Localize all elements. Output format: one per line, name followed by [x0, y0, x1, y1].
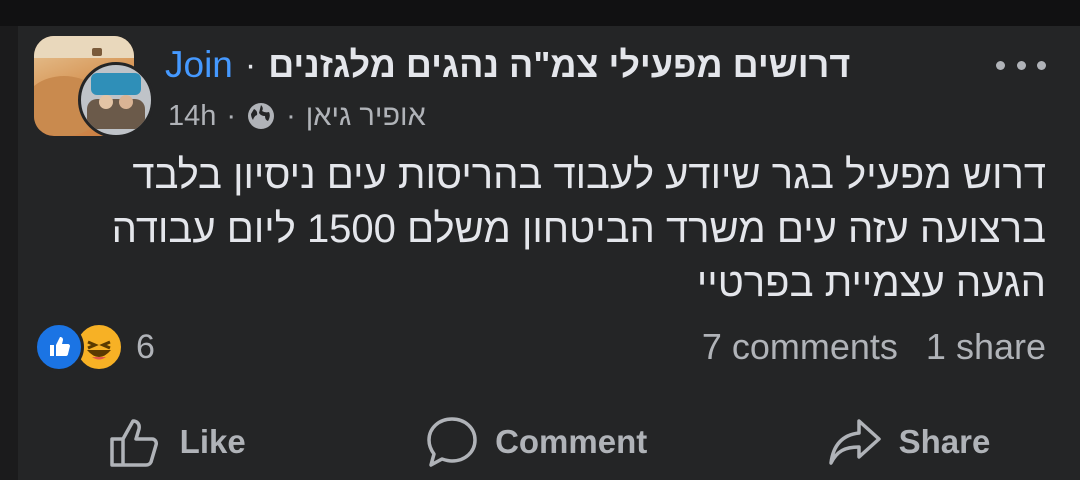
post-time[interactable]: 14h	[168, 100, 216, 133]
post-stats: 7 comments 1 share	[702, 322, 1046, 372]
post-body-line: ברצועה עזה עים משרד הביטחון משלם 1500 לי…	[111, 207, 1046, 251]
reaction-count: 6	[136, 327, 155, 366]
post-body-line: דרוש מפעיל בגר שיודע לעבוד בהריסות עים נ…	[132, 153, 1046, 197]
post-body: דרוש מפעיל בגר שיודע לעבוד בהריסות עים נ…	[66, 148, 1046, 310]
dot	[996, 60, 1005, 70]
author-avatar[interactable]	[78, 62, 154, 138]
comments-count[interactable]: 7 comments	[702, 326, 898, 368]
like-label: Like	[179, 423, 246, 460]
avatar-truck	[92, 48, 102, 56]
top-strip	[0, 0, 1080, 26]
like-reaction-icon	[34, 322, 84, 372]
avatar-face	[99, 95, 113, 109]
post-body-line: הגעה עצמיית בפרטיי	[696, 261, 1046, 305]
comment-icon	[427, 417, 477, 467]
more-dots-icon[interactable]	[996, 50, 1046, 80]
share-button[interactable]: Share	[797, 417, 1021, 467]
globe-icon[interactable]	[246, 101, 276, 131]
separator: ·	[286, 99, 296, 132]
join-link[interactable]: Join	[165, 44, 233, 86]
dot	[1016, 60, 1026, 70]
avatar-people	[87, 99, 145, 129]
avatar-sign	[91, 73, 141, 95]
post-actions: Like Comment Share	[18, 404, 1080, 480]
separator: ·	[244, 45, 257, 84]
author-name[interactable]: אופיר גיאן	[306, 100, 426, 133]
post-header: Join · דרושים מפעילי צמ"ה נהגים מלגזנים	[165, 40, 850, 90]
reactions-summary[interactable]: 6	[34, 322, 155, 372]
shares-count[interactable]: 1 share	[926, 326, 1046, 368]
comment-button[interactable]: Comment	[395, 415, 677, 469]
post-meta: 14h · · אופיר גיאן	[168, 96, 426, 136]
share-icon	[828, 419, 881, 465]
avatar-sky	[34, 36, 134, 58]
thumbs-up-icon	[109, 419, 158, 467]
group-name[interactable]: דרושים מפעילי צמ"ה נהגים מלגזנים	[268, 44, 850, 86]
share-label: Share	[898, 423, 991, 460]
like-button[interactable]: Like	[78, 415, 276, 469]
comment-label: Comment	[495, 423, 648, 460]
separator: ·	[226, 99, 237, 132]
dot	[1037, 60, 1046, 70]
avatar-face	[119, 95, 133, 109]
